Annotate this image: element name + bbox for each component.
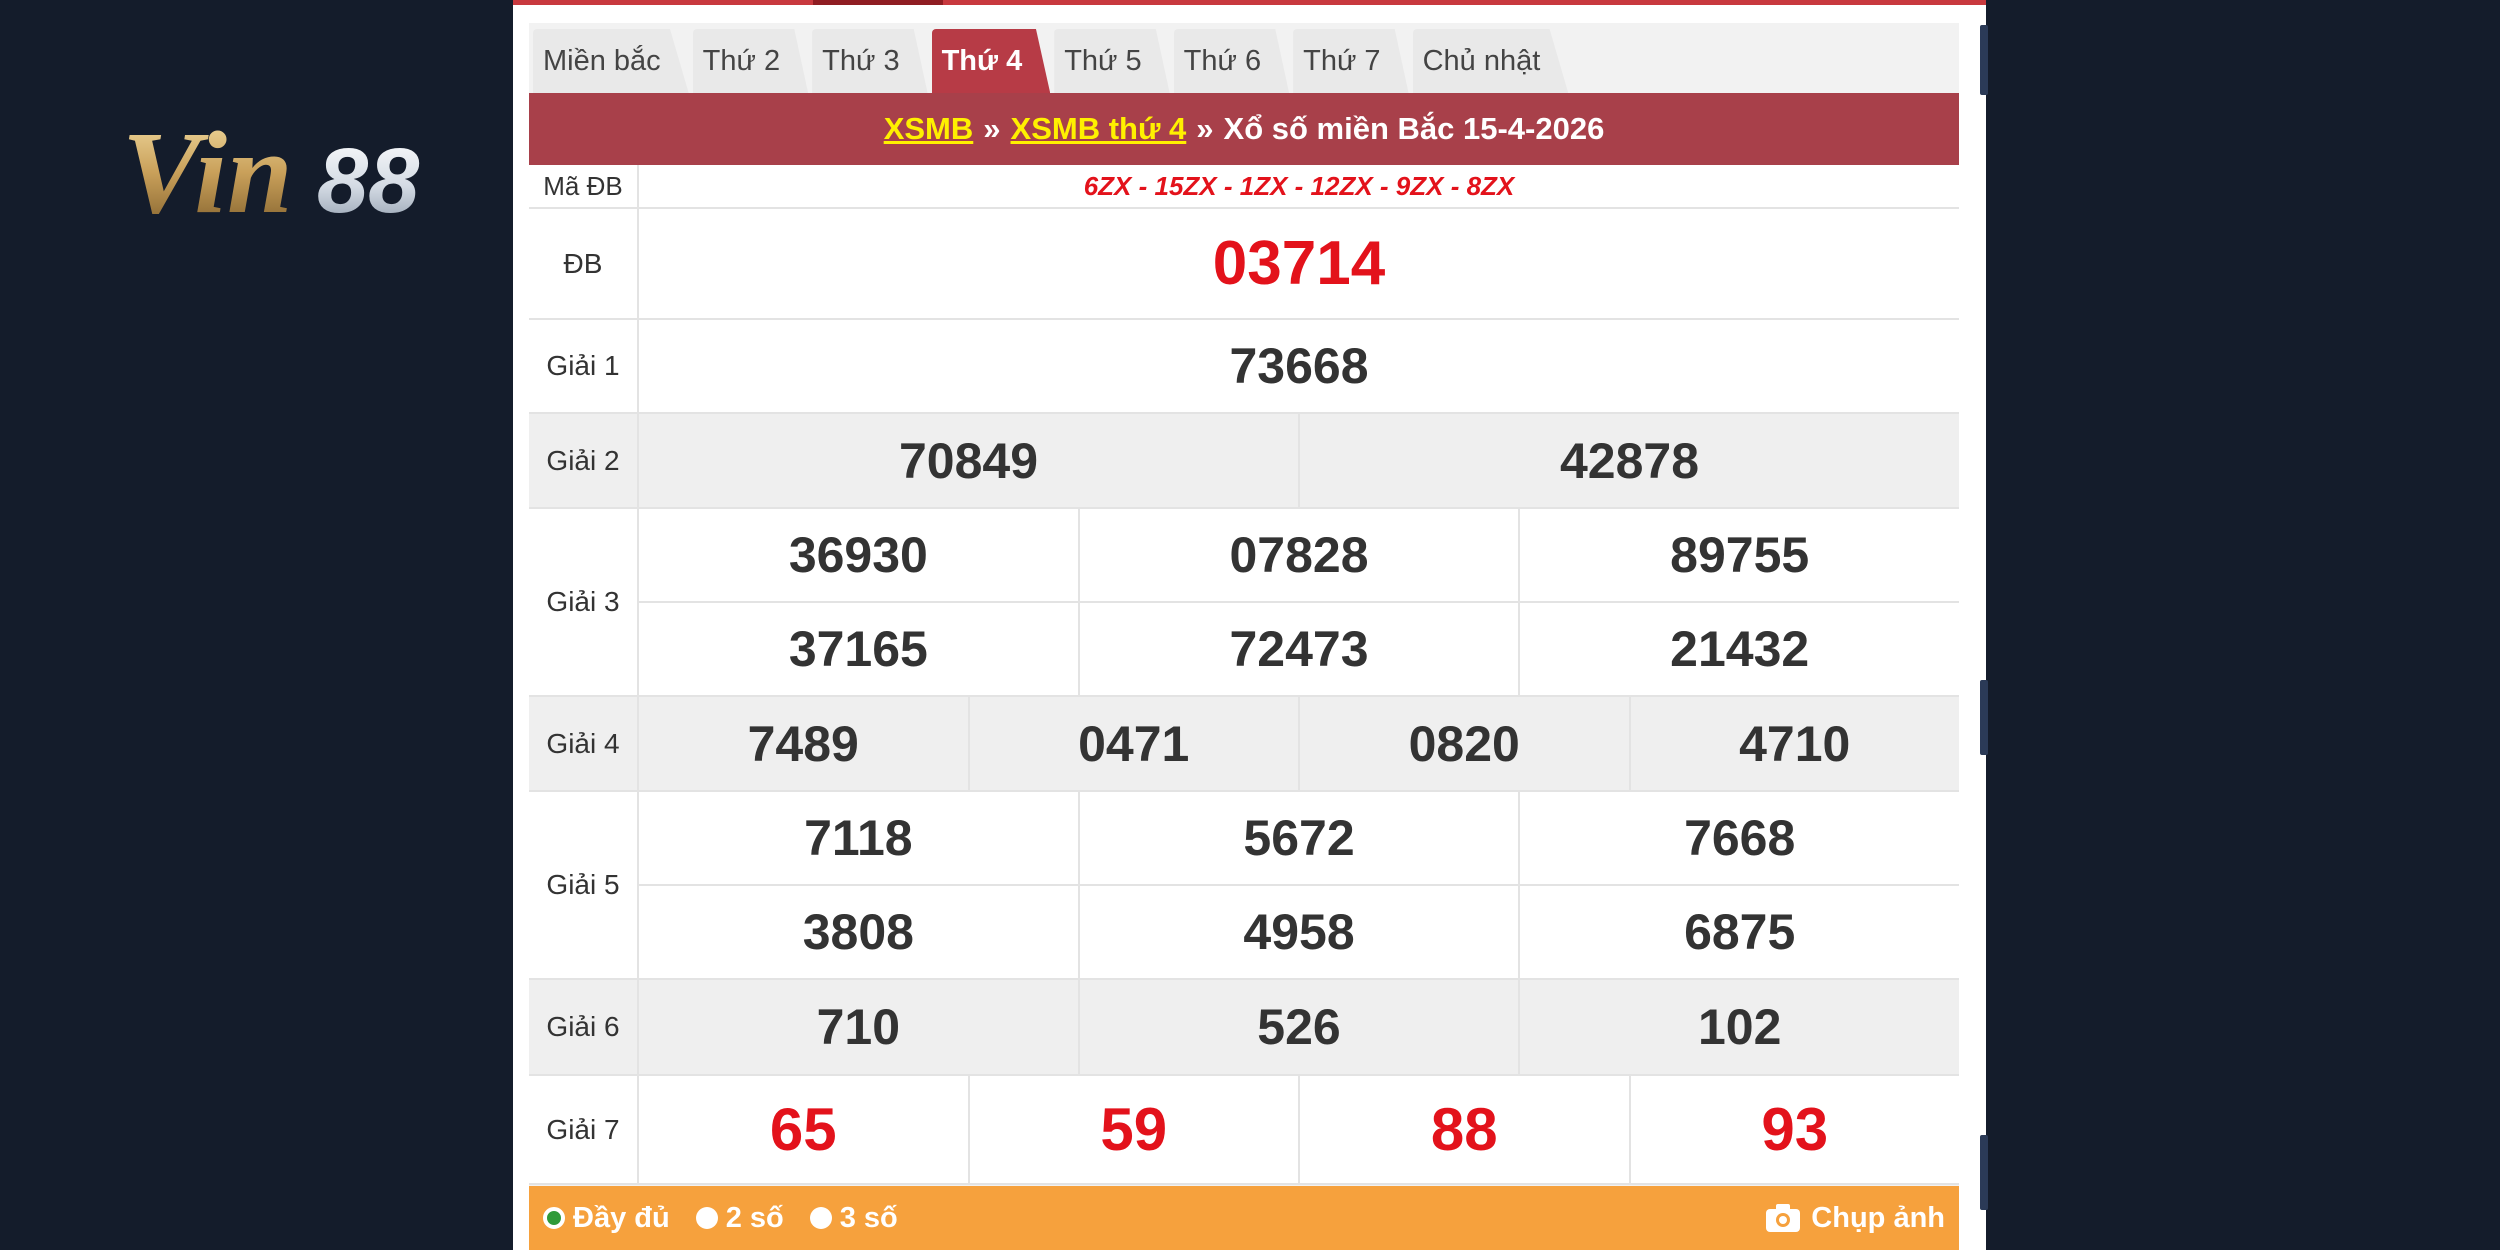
- tab-mien-bac[interactable]: Miền bắc: [533, 29, 689, 93]
- row-giai-2: Giải 2 70849 42878: [529, 414, 1959, 509]
- row-label: Giải 4: [529, 697, 639, 790]
- display-options-bar: Đầy đủ 2 số 3 số Chụp ảnh: [529, 1186, 1959, 1250]
- special-prize-number: 03714: [1212, 229, 1386, 298]
- special-code: 6ZX - 15ZX - 1ZX - 12ZX - 9ZX - 8ZX: [1083, 170, 1515, 201]
- snapshot-label: Chụp ảnh: [1811, 1201, 1945, 1234]
- tab-thu-3[interactable]: Thứ 3: [812, 29, 928, 93]
- page-title: Xổ số miền Bắc 15-4-2026: [1223, 111, 1605, 146]
- prize-number: 5672: [1077, 792, 1519, 884]
- radio-icon[interactable]: [695, 1207, 718, 1229]
- day-tabs: Miền bắc Thứ 2 Thứ 3 Thứ 4 Thứ 5 Thứ 6 T…: [529, 23, 1959, 93]
- prize-number: 6875: [1518, 886, 1959, 978]
- row-giai-1: Giải 1 73668: [529, 320, 1959, 414]
- option-label: 2 số: [725, 1201, 784, 1234]
- option-day-du[interactable]: Đầy đủ: [543, 1202, 670, 1235]
- prize-number: 42878: [1298, 414, 1959, 507]
- row-label: Giải 6: [529, 980, 639, 1074]
- scroll-marker: [1980, 680, 1988, 755]
- prize-number: 65: [769, 1096, 837, 1163]
- row-giai-4: Giải 4 7489 0471 0820 4710: [529, 697, 1959, 792]
- prize-number: 102: [1518, 980, 1959, 1074]
- radio-checked-icon[interactable]: [543, 1207, 565, 1229]
- prize-number: 4958: [1077, 886, 1519, 978]
- row-db: ĐB 03714: [529, 209, 1959, 320]
- prize-number: 59: [967, 1076, 1299, 1183]
- tab-thu-6[interactable]: Thứ 6: [1173, 29, 1290, 93]
- option-label: 3 số: [839, 1201, 898, 1234]
- row-label: ĐB: [529, 209, 639, 318]
- tab-thu-7[interactable]: Thứ 7: [1293, 29, 1409, 93]
- prize-number: 70849: [898, 432, 1039, 489]
- prize-number: 0820: [1298, 697, 1629, 790]
- prize-number: 89755: [1518, 509, 1959, 601]
- prize-number: 36930: [788, 527, 928, 583]
- prize-number: 21432: [1518, 603, 1959, 695]
- prize-number: 526: [1077, 980, 1519, 1074]
- row-ma-db: Mã ĐB 6ZX - 15ZX - 1ZX - 12ZX - 9ZX - 8Z…: [529, 165, 1959, 209]
- row-label: Giải 7: [529, 1076, 639, 1183]
- prize-number: 0471: [967, 697, 1299, 790]
- prize-number: 7489: [747, 715, 859, 772]
- row-label: Giải 1: [529, 320, 639, 412]
- prize-number: 7668: [1518, 792, 1959, 884]
- row-label: Mã ĐB: [529, 165, 639, 207]
- prize-number: 3808: [802, 904, 914, 960]
- prize-number: 73668: [1229, 338, 1369, 394]
- snapshot-button[interactable]: Chụp ảnh: [1765, 1202, 1945, 1235]
- prize-number: 710: [816, 999, 901, 1055]
- card-top-accent: [513, 0, 1986, 5]
- prize-number: 88: [1298, 1076, 1629, 1183]
- scroll-marker: [1980, 1135, 1988, 1210]
- vin88-logo: Vin 88: [122, 107, 482, 238]
- row-giai-6: Giải 6 710 526 102: [529, 980, 1959, 1076]
- option-3-so[interactable]: 3 số: [809, 1201, 898, 1235]
- breadcrumb-separator: »: [1196, 111, 1214, 146]
- prize-number: 72473: [1077, 603, 1519, 695]
- row-label: Giải 3: [529, 509, 639, 695]
- row-label: Giải 2: [529, 414, 639, 507]
- scroll-marker: [1980, 25, 1988, 95]
- breadcrumb-xsmb-thu-4[interactable]: XSMB thứ 4: [1011, 111, 1187, 147]
- tab-thu-5[interactable]: Thứ 5: [1054, 29, 1170, 93]
- breadcrumb-xsmb[interactable]: XSMB: [884, 111, 974, 147]
- prize-number: 07828: [1077, 509, 1519, 601]
- card-top-accent-dark: [813, 0, 943, 5]
- prize-number: 4710: [1628, 697, 1960, 790]
- row-giai-3: Giải 3 36930 07828 89755 37165 72473 214…: [529, 509, 1959, 697]
- breadcrumb-separator: »: [983, 111, 1001, 146]
- results-table: Mã ĐB 6ZX - 15ZX - 1ZX - 12ZX - 9ZX - 8Z…: [529, 165, 1959, 1185]
- row-label: Giải 5: [529, 792, 639, 978]
- tab-chu-nhat[interactable]: Chủ nhật: [1412, 29, 1569, 93]
- svg-text:Vin: Vin: [122, 112, 293, 232]
- prize-number: 37165: [788, 621, 928, 677]
- radio-icon[interactable]: [809, 1207, 832, 1229]
- prize-number: 93: [1628, 1076, 1960, 1183]
- option-label: Đầy đủ: [573, 1201, 670, 1234]
- camera-icon: [1766, 1204, 1801, 1232]
- row-giai-7: Giải 7 65 59 88 93: [529, 1076, 1959, 1185]
- svg-text:88: 88: [317, 130, 420, 232]
- tab-thu-4[interactable]: Thứ 4: [931, 29, 1051, 93]
- option-2-so[interactable]: 2 số: [695, 1201, 784, 1235]
- prize-number: 7118: [804, 810, 913, 866]
- results-header: XSMB » XSMB thứ 4 » Xổ số miền Bắc 15-4-…: [529, 93, 1959, 165]
- tab-thu-2[interactable]: Thứ 2: [692, 29, 809, 93]
- row-giai-5: Giải 5 7118 5672 7668 3808 4958 6875: [529, 792, 1959, 980]
